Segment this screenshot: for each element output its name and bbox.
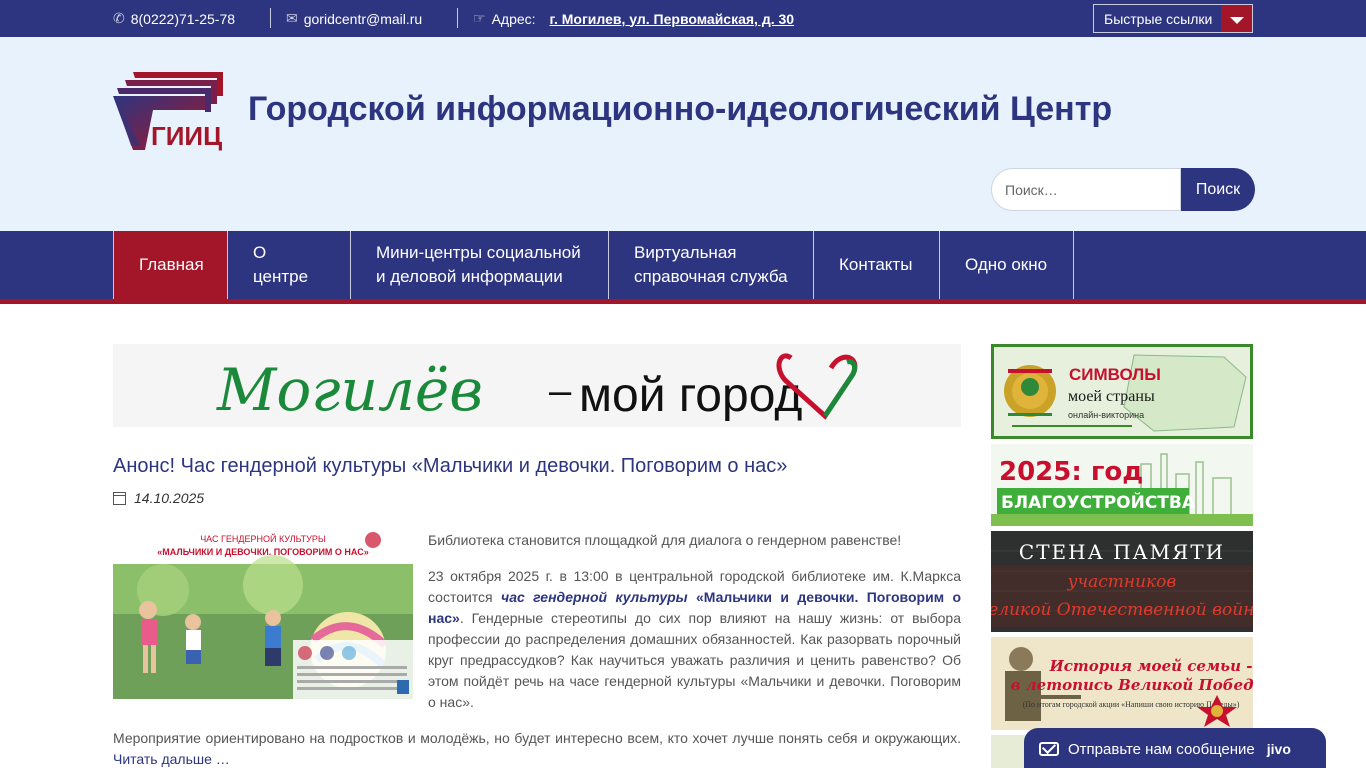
quick-links-dropdown[interactable]: Быстрые ссылки: [1093, 4, 1253, 33]
banner-dash: –: [549, 369, 572, 413]
message-icon: [1039, 742, 1059, 756]
nav-label: Главная: [139, 255, 204, 274]
chat-label: Отправьте нам сообщение: [1068, 740, 1255, 758]
memory-title: СТЕНА ПАМЯТИ: [1019, 540, 1225, 564]
symbols-title: СИМВОЛЫ: [1069, 365, 1161, 384]
logo-text: ГИИЦ: [151, 121, 222, 151]
envelope-icon: ✉: [286, 10, 298, 26]
year-sub: БЛАГОУСТРОЙСТВА: [1001, 491, 1196, 513]
search-form: Поиск: [991, 168, 1255, 211]
symbols-small: онлайн-викторина: [1068, 410, 1144, 420]
nav-label: Мини-центры социальной и деловой информа…: [376, 243, 581, 286]
family-line1: История моей семьи -: [1049, 657, 1253, 675]
post-title[interactable]: Анонс! Час гендерной культуры «Мальчики …: [113, 455, 787, 478]
nav-item-contacts[interactable]: Контакты: [814, 231, 940, 299]
post-excerpt: Мероприятие ориентировано на подростков …: [113, 730, 961, 767]
nav-label: Виртуальная справочная служба: [634, 243, 788, 286]
divider: [270, 8, 271, 28]
sidebar-banner-2025[interactable]: 2025: год БЛАГОУСТРОЙСТВА: [991, 444, 1253, 526]
symbols-graphic: СИМВОЛЫ моей страны онлайн-викторина: [1004, 354, 1247, 432]
quick-links-label: Быстрые ссылки: [1104, 10, 1213, 27]
main-nav: Главная О центре Мини-центры социальной …: [0, 231, 1366, 304]
year-2025-graphic: 2025: год БЛАГОУСТРОЙСТВА: [991, 444, 1253, 526]
image-line2: «МАЛЬЧИКИ И ДЕВОЧКИ. ПОГОВОРИМ О НАС»: [157, 547, 368, 557]
address-label: Адрес:: [491, 10, 536, 27]
read-more-link[interactable]: Читать дальше …: [113, 751, 230, 767]
nav-item-one-window[interactable]: Одно окно: [940, 231, 1074, 299]
address-info: ☞ Адрес: г. Могилев, ул. Первомайская, д…: [473, 0, 794, 37]
search-input[interactable]: [991, 168, 1181, 211]
post-emphasis: час гендерной культуры: [501, 589, 688, 605]
memory-line3: Великой Отечественной войны: [991, 600, 1253, 620]
post-date-value: 14.10.2025: [134, 490, 205, 506]
mogilev-banner[interactable]: Могилёв – мой город: [113, 344, 961, 427]
chat-widget[interactable]: Отправьте нам сообщение jivo: [1024, 728, 1326, 768]
image-line1: ЧАС ГЕНДЕРНОЙ КУЛЬТУРЫ: [200, 533, 326, 544]
year-title: 2025: год: [999, 457, 1143, 487]
address-link[interactable]: г. Могилев, ул. Первомайская, д. 30: [550, 11, 795, 27]
chat-brand: jivo: [1266, 741, 1291, 757]
post-date: 14.10.2025: [113, 490, 204, 506]
nav-label: Одно окно: [965, 255, 1048, 274]
phone-icon: ✆: [113, 10, 125, 26]
family-line2: в летопись Великой Победы!: [1011, 676, 1253, 694]
calendar-icon: [113, 491, 126, 505]
phone-number: 8(0222)71-25-78: [130, 10, 236, 27]
banner-script: Могилёв: [216, 356, 483, 424]
divider: [457, 8, 458, 28]
memory-wall-graphic: СТЕНА ПАМЯТИ участников Великой Отечеств…: [991, 531, 1253, 632]
nav-item-home[interactable]: Главная: [113, 231, 228, 299]
nav-item-about[interactable]: О центре: [228, 231, 351, 299]
email-address: goridcentr@mail.ru: [303, 10, 423, 27]
sidebar-banner-memory-wall[interactable]: СТЕНА ПАМЯТИ участников Великой Отечеств…: [991, 531, 1253, 632]
post-image[interactable]: ЧАС ГЕНДЕРНОЙ КУЛЬТУРЫ «МАЛЬЧИКИ И ДЕВОЧ…: [113, 530, 413, 699]
family-history-graphic: История моей семьи - в летопись Великой …: [991, 637, 1253, 730]
banner-slogan: мой город: [579, 369, 802, 422]
sidebar-banner-family-history[interactable]: История моей семьи - в летопись Великой …: [991, 637, 1253, 730]
hand-pointer-icon: ☞: [473, 10, 486, 26]
site-header: ГИИЦ Городской информационно-идеологичес…: [0, 37, 1366, 231]
giic-logo[interactable]: ГИИЦ: [113, 72, 225, 152]
phone-info[interactable]: ✆ 8(0222)71-25-78: [113, 0, 235, 37]
memory-line2: участников: [1067, 572, 1177, 592]
top-bar: ✆ 8(0222)71-25-78 ✉ goridcentr@mail.ru ☞…: [0, 0, 1366, 37]
post-body: Библиотека становится площадкой для диал…: [428, 530, 961, 728]
post-paragraph: Библиотека становится площадкой для диал…: [428, 532, 902, 548]
post-paragraph: 23 октября 2025 г. в 13:00 в центральной…: [428, 568, 961, 710]
nav-label: Контакты: [839, 255, 913, 274]
nav-item-mini-centers[interactable]: Мини-центры социальной и деловой информа…: [351, 231, 609, 299]
chevron-down-icon[interactable]: [1221, 5, 1252, 32]
site-title: Городской информационно-идеологический Ц…: [248, 90, 1113, 128]
post-image-graphic: ЧАС ГЕНДЕРНОЙ КУЛЬТУРЫ «МАЛЬЧИКИ И ДЕВОЧ…: [113, 530, 413, 699]
banner-graphic: Могилёв – мой город: [216, 353, 858, 424]
nav-item-virtual-help[interactable]: Виртуальная справочная служба: [609, 231, 814, 299]
nav-label: О центре: [253, 243, 309, 286]
sidebar-banner-symbols[interactable]: СИМВОЛЫ моей страны онлайн-викторина: [991, 344, 1253, 439]
symbols-sub: моей страны: [1068, 388, 1155, 405]
search-button[interactable]: Поиск: [1181, 168, 1255, 211]
email-info[interactable]: ✉ goridcentr@mail.ru: [286, 0, 422, 37]
